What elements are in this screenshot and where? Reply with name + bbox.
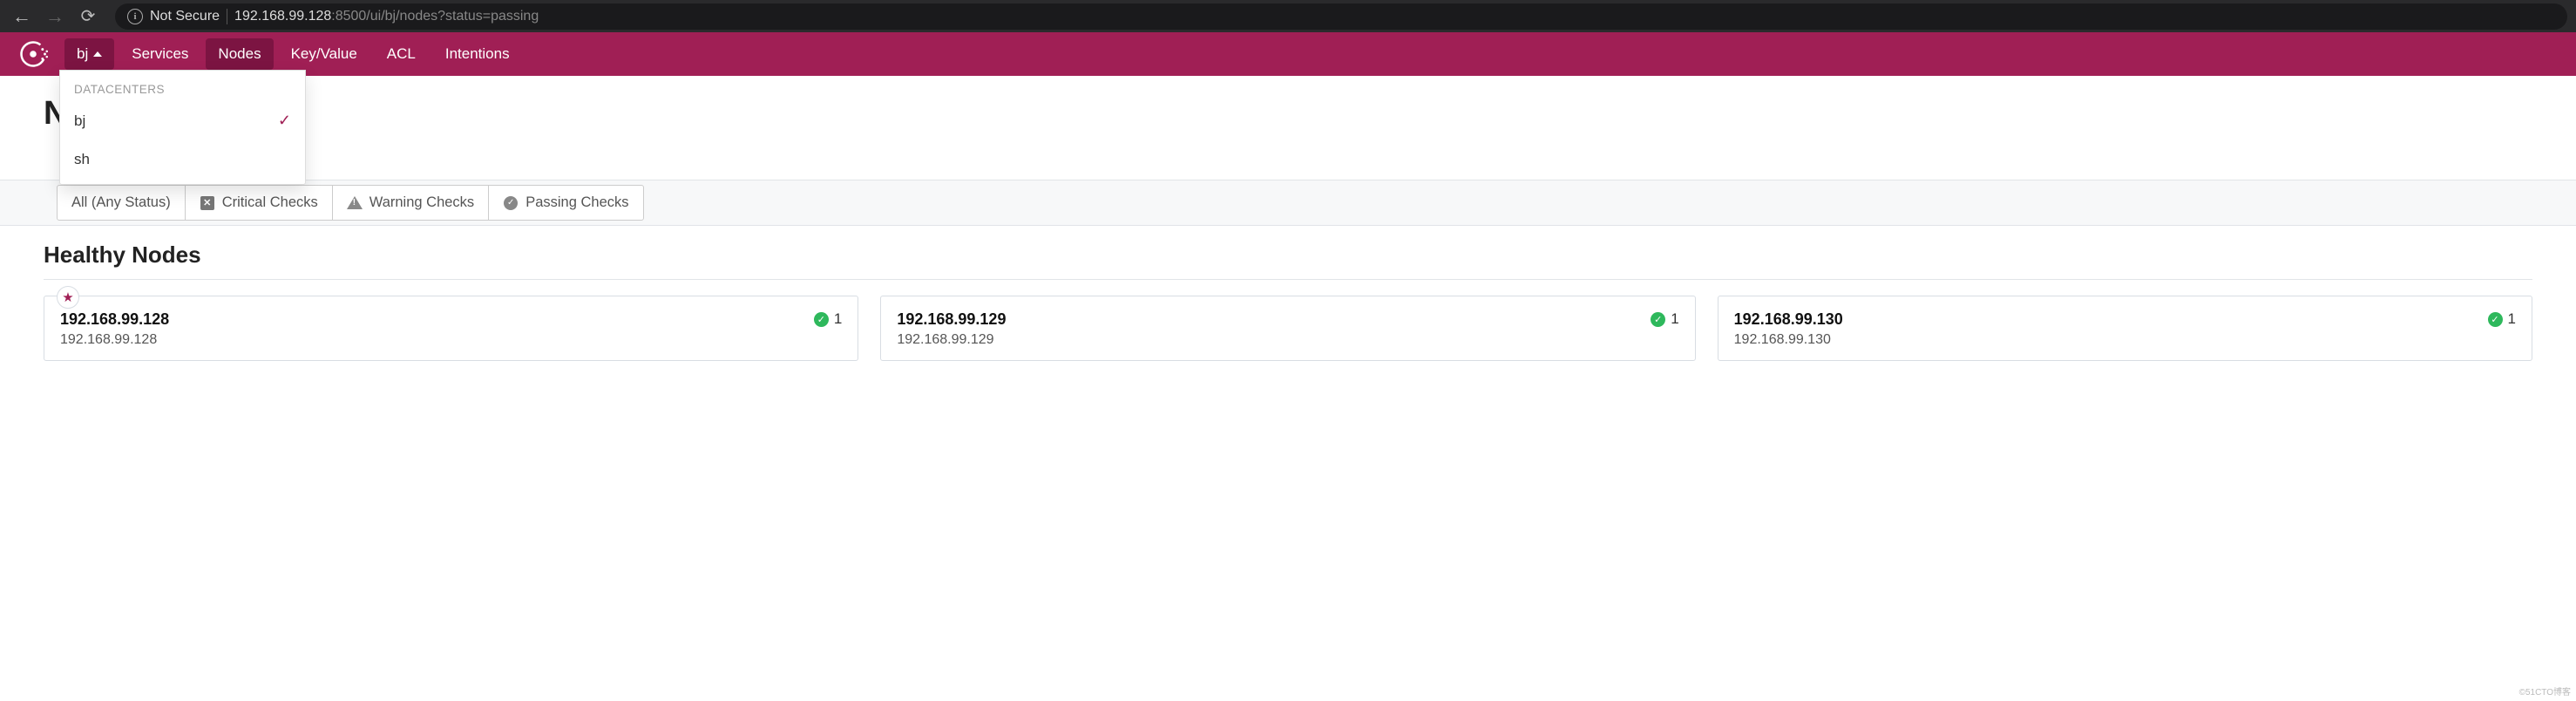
badge-count: 1 bbox=[2508, 310, 2516, 328]
node-name: 192.168.99.129 bbox=[897, 310, 1678, 329]
filter-label: Warning Checks bbox=[369, 194, 474, 211]
filter-label: Passing Checks bbox=[525, 194, 628, 211]
nav-keyvalue[interactable]: Key/Value bbox=[279, 38, 369, 70]
page-title: N bbox=[44, 95, 2532, 133]
nav-intentions[interactable]: Intentions bbox=[433, 38, 522, 70]
node-name: 192.168.99.130 bbox=[1734, 310, 2516, 329]
health-badge: ✓ 1 bbox=[814, 310, 842, 328]
filter-bar: All (Any Status) ✕ Critical Checks Warni… bbox=[0, 180, 2576, 226]
dropdown-header: DATACENTERS bbox=[60, 71, 305, 101]
filter-passing[interactable]: ✓ Passing Checks bbox=[489, 186, 642, 220]
reload-button[interactable]: ⟳ bbox=[75, 3, 101, 30]
node-card[interactable]: ★ 192.168.99.128 192.168.99.128 ✓ 1 bbox=[44, 296, 858, 361]
dropdown-item-bj[interactable]: bj ✓ bbox=[60, 101, 305, 140]
browser-chrome: ← → ⟳ i Not Secure 192.168.99.128:8500/u… bbox=[0, 0, 2576, 32]
filter-warning[interactable]: Warning Checks bbox=[333, 186, 489, 220]
top-nav: bj Services Nodes Key/Value ACL Intentio… bbox=[0, 32, 2576, 76]
node-name: 192.168.99.128 bbox=[60, 310, 842, 329]
consul-logo-icon bbox=[17, 38, 49, 70]
section-title: Healthy Nodes bbox=[44, 242, 2532, 280]
dropdown-item-sh[interactable]: sh bbox=[60, 140, 305, 179]
badge-count: 1 bbox=[834, 310, 842, 328]
url-text: 192.168.99.128:8500/ui/bj/nodes?status=p… bbox=[234, 9, 539, 24]
dropdown-item-label: bj bbox=[74, 112, 85, 130]
back-button[interactable]: ← bbox=[9, 3, 35, 30]
health-badge: ✓ 1 bbox=[2488, 310, 2516, 328]
filter-critical[interactable]: ✕ Critical Checks bbox=[186, 186, 333, 220]
check-circle-icon: ✓ bbox=[814, 312, 829, 327]
dropdown-item-label: sh bbox=[74, 151, 90, 168]
check-circle-icon: ✓ bbox=[2488, 312, 2503, 327]
node-card[interactable]: 192.168.99.130 192.168.99.130 ✓ 1 bbox=[1718, 296, 2532, 361]
filter-all[interactable]: All (Any Status) bbox=[58, 186, 186, 220]
node-addr: 192.168.99.128 bbox=[60, 332, 842, 348]
filter-group: All (Any Status) ✕ Critical Checks Warni… bbox=[57, 185, 644, 221]
node-card[interactable]: 192.168.99.129 192.168.99.129 ✓ 1 bbox=[880, 296, 1695, 361]
datacenter-dropdown: DATACENTERS bj ✓ sh bbox=[59, 70, 306, 185]
health-badge: ✓ 1 bbox=[1651, 310, 1678, 328]
watermark: ©51CTO博客 bbox=[2519, 684, 2571, 698]
chevron-up-icon bbox=[93, 51, 102, 57]
node-cards: ★ 192.168.99.128 192.168.99.128 ✓ 1 192.… bbox=[44, 296, 2532, 361]
info-icon: i bbox=[127, 9, 143, 24]
page-body: N All (Any Status) ✕ Critical Checks War… bbox=[0, 95, 2576, 361]
passing-icon: ✓ bbox=[503, 195, 519, 211]
datacenter-label: bj bbox=[77, 45, 88, 63]
warning-icon bbox=[347, 195, 363, 211]
check-circle-icon: ✓ bbox=[1651, 312, 1665, 327]
url-host: 192.168.99.128 bbox=[234, 9, 331, 24]
node-addr: 192.168.99.129 bbox=[897, 332, 1678, 348]
critical-icon: ✕ bbox=[200, 195, 215, 211]
nav-services[interactable]: Services bbox=[119, 38, 200, 70]
address-bar[interactable]: i Not Secure 192.168.99.128:8500/ui/bj/n… bbox=[115, 3, 2567, 30]
datacenter-selector[interactable]: bj bbox=[64, 38, 114, 70]
check-icon: ✓ bbox=[278, 112, 291, 130]
node-addr: 192.168.99.130 bbox=[1734, 332, 2516, 348]
filter-label: Critical Checks bbox=[222, 194, 318, 211]
nav-acl[interactable]: ACL bbox=[375, 38, 428, 70]
url-path: :8500/ui/bj/nodes?status=passing bbox=[331, 9, 539, 24]
nav-nodes[interactable]: Nodes bbox=[206, 38, 273, 70]
not-secure-label: Not Secure bbox=[150, 9, 220, 24]
forward-button[interactable]: → bbox=[42, 3, 68, 30]
filter-label: All (Any Status) bbox=[71, 194, 171, 211]
star-icon: ★ bbox=[57, 286, 79, 309]
badge-count: 1 bbox=[1671, 310, 1678, 328]
